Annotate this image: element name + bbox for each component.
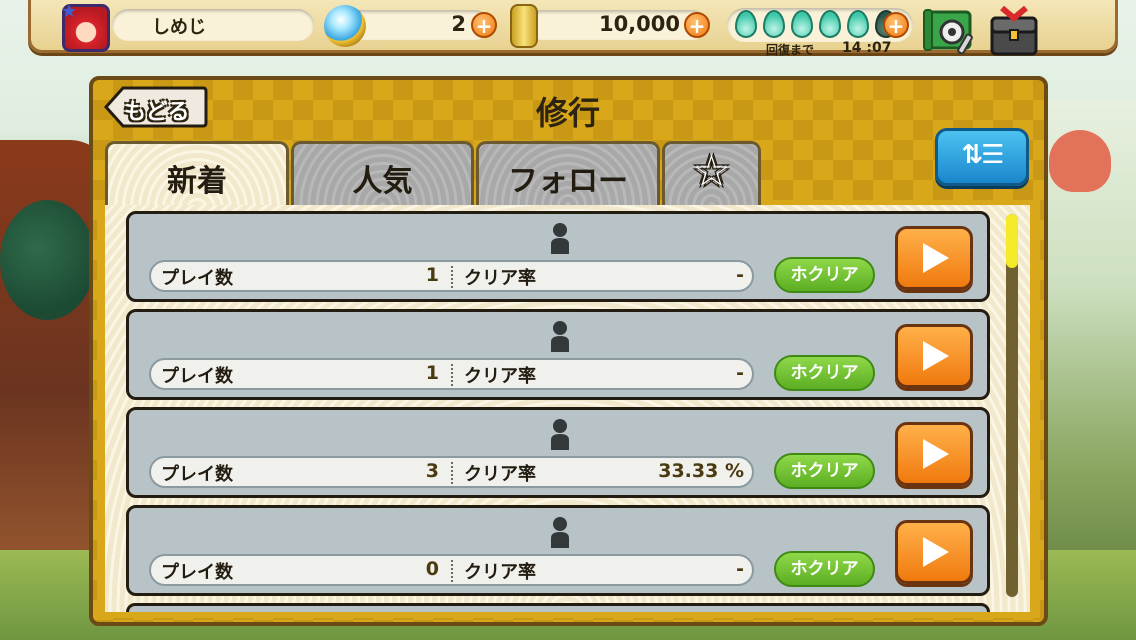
recover-label: 回復まで (766, 43, 815, 57)
play-count-value: 0 (425, 558, 439, 580)
play-count-value: 1 (425, 264, 439, 286)
tab-popular-label: 人気 (352, 164, 413, 199)
clear-rate-value: 33.33 % (658, 460, 744, 482)
clear-rate-label: クリア率 (464, 562, 536, 583)
stamina-flame-icon (819, 10, 841, 38)
player-name-box (112, 9, 314, 41)
add-coins-button[interactable]: + (684, 12, 710, 38)
sort-icon: ⇅☰ (961, 140, 1004, 170)
list-item[interactable]: プレイ数 1 クリア率 - ホクリア (126, 309, 990, 400)
play-count-label: プレイ数 (161, 562, 233, 583)
sort-button[interactable]: ⇅☰ (935, 128, 1029, 186)
background-tree (0, 200, 95, 320)
stats-divider (451, 462, 453, 484)
add-stamina-button[interactable]: + (883, 12, 909, 38)
play-icon (923, 439, 949, 469)
star-icon: ☆ (691, 146, 732, 197)
clear-badge[interactable]: ホクリア (774, 355, 875, 391)
tab-follow-label: フォロー (508, 164, 628, 199)
list-item-partial (126, 603, 990, 612)
play-button[interactable] (895, 520, 973, 584)
scrollbar[interactable] (1006, 214, 1018, 597)
page-title: 修行 (535, 94, 600, 132)
coin-icon (510, 4, 538, 48)
clear-badge[interactable]: ホクリア (774, 453, 875, 489)
tab-popular[interactable]: 人気 (291, 141, 474, 205)
stamina-flame-icon (847, 10, 869, 38)
avatar-star-icon: ★ (61, 1, 78, 22)
player-name: しめじ (152, 17, 206, 38)
user-icon (551, 223, 569, 254)
play-icon (923, 537, 949, 567)
play-count-label: プレイ数 (161, 268, 233, 289)
clear-badge[interactable]: ホクリア (774, 257, 875, 293)
user-icon (551, 321, 569, 352)
clear-rate-label: クリア率 (464, 366, 536, 387)
chest-icon[interactable] (988, 4, 1040, 58)
list-item[interactable]: プレイ数 0 クリア率 - ホクリア (126, 505, 990, 596)
stats-divider (451, 560, 453, 582)
gem-icon (324, 5, 366, 47)
player-avatar[interactable]: ★ (61, 1, 110, 52)
tab-favorites[interactable]: ☆ (662, 141, 761, 205)
settings-icon[interactable] (922, 6, 978, 56)
clear-rate-value: - (736, 264, 744, 286)
play-button[interactable] (895, 422, 973, 486)
play-count-value: 1 (425, 362, 439, 384)
clear-rate-value: - (736, 558, 744, 580)
tab-new[interactable]: 新着 (105, 141, 289, 209)
play-count-value: 3 (425, 460, 439, 482)
clear-rate-label: クリア率 (464, 464, 536, 485)
user-icon (551, 517, 569, 548)
clear-rate-value: - (736, 362, 744, 384)
list-item[interactable]: プレイ数 1 クリア率 - ホクリア (126, 211, 990, 302)
stats-divider (451, 266, 453, 288)
tab-follow[interactable]: フォロー (476, 141, 660, 205)
gem-count: 2 (451, 12, 466, 36)
stamina-flame-icon (791, 10, 813, 38)
stamina-flame-icon (763, 10, 785, 38)
tab-new-label: 新着 (167, 164, 227, 199)
stats-divider (451, 364, 453, 386)
play-icon (923, 341, 949, 371)
play-count-label: プレイ数 (161, 366, 233, 387)
scrollbar-thumb[interactable] (1006, 214, 1018, 268)
user-icon (551, 419, 569, 450)
list-item[interactable]: プレイ数 3 クリア率 33.33 % ホクリア (126, 407, 990, 498)
coin-count: 10,000 (598, 12, 680, 36)
clear-rate-label: クリア率 (464, 268, 536, 289)
back-button-label: もどる (124, 100, 190, 125)
background-octopus (1049, 130, 1111, 192)
play-count-label: プレイ数 (161, 464, 233, 485)
play-button[interactable] (895, 226, 973, 290)
play-icon (923, 243, 949, 273)
stamina-flame-icon (735, 10, 757, 38)
recover-time: 14 :07 (842, 40, 892, 56)
clear-badge[interactable]: ホクリア (774, 551, 875, 587)
add-gems-button[interactable]: + (471, 12, 497, 38)
play-button[interactable] (895, 324, 973, 388)
